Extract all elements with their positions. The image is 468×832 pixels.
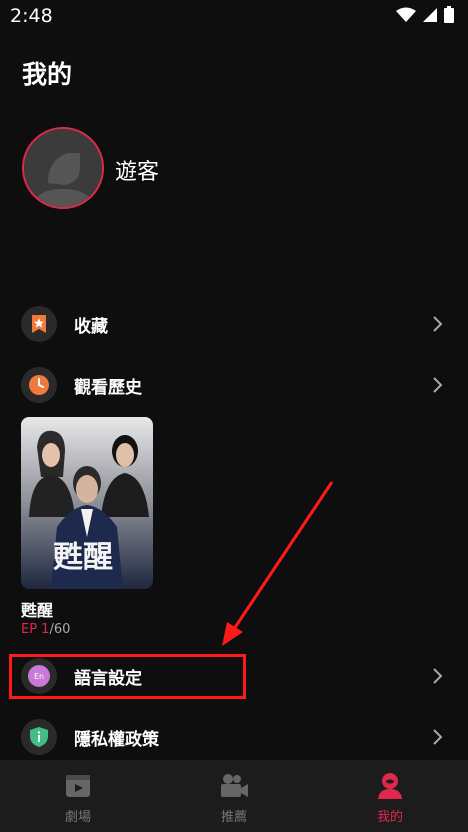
episode-current: EP 1	[21, 622, 50, 637]
tab-label-theater: 劇場	[64, 810, 91, 825]
profile-icon	[378, 773, 402, 799]
menu-item-favorites[interactable]: 收藏	[0, 300, 468, 348]
chevron-right-icon	[433, 729, 443, 745]
theater-icon	[66, 775, 90, 797]
default-avatar-icon	[24, 129, 102, 207]
tab-label-recommend: 推薦	[220, 810, 247, 825]
menu-label-privacy: 隱私權政策	[74, 730, 159, 750]
poster-title: 甦醒	[53, 540, 113, 575]
menu-item-privacy[interactable]: 隱私權政策	[0, 713, 468, 761]
annotation-arrow	[222, 481, 334, 646]
tab-label-me: 我的	[376, 810, 403, 825]
annotation-highlight-box	[9, 654, 246, 699]
menu-item-history[interactable]: 觀看歷史	[0, 361, 468, 409]
status-icons	[396, 6, 454, 23]
status-bar: 2:48	[0, 0, 468, 32]
avatar[interactable]	[22, 127, 104, 209]
cellular-signal-icon	[423, 7, 437, 22]
bottom-tab-bar: 劇場 推薦 我的	[0, 760, 468, 832]
tab-me[interactable]: 我的	[312, 760, 468, 832]
shield-icon	[21, 719, 57, 755]
bookmark-star-icon	[21, 306, 57, 342]
history-item-episode: EP 1/60	[21, 622, 70, 637]
chevron-right-icon	[433, 377, 443, 393]
episode-total: /60	[49, 622, 71, 637]
status-time: 2:48	[10, 5, 53, 27]
chevron-right-icon	[433, 668, 443, 684]
battery-icon	[444, 6, 454, 23]
clock-icon	[21, 367, 57, 403]
poster-image: 甦醒	[21, 417, 153, 589]
video-camera-icon	[221, 774, 248, 797]
username[interactable]: 遊客	[115, 154, 159, 186]
tab-theater[interactable]: 劇場	[0, 760, 156, 832]
history-poster[interactable]: 甦醒	[21, 417, 153, 589]
wifi-icon	[396, 7, 416, 22]
chevron-right-icon	[433, 316, 443, 332]
history-item-title: 甦醒	[21, 601, 54, 620]
menu-label-favorites: 收藏	[74, 317, 108, 337]
page-title: 我的	[22, 60, 73, 89]
menu-label-history: 觀看歷史	[74, 378, 142, 398]
tab-recommend[interactable]: 推薦	[156, 760, 312, 832]
